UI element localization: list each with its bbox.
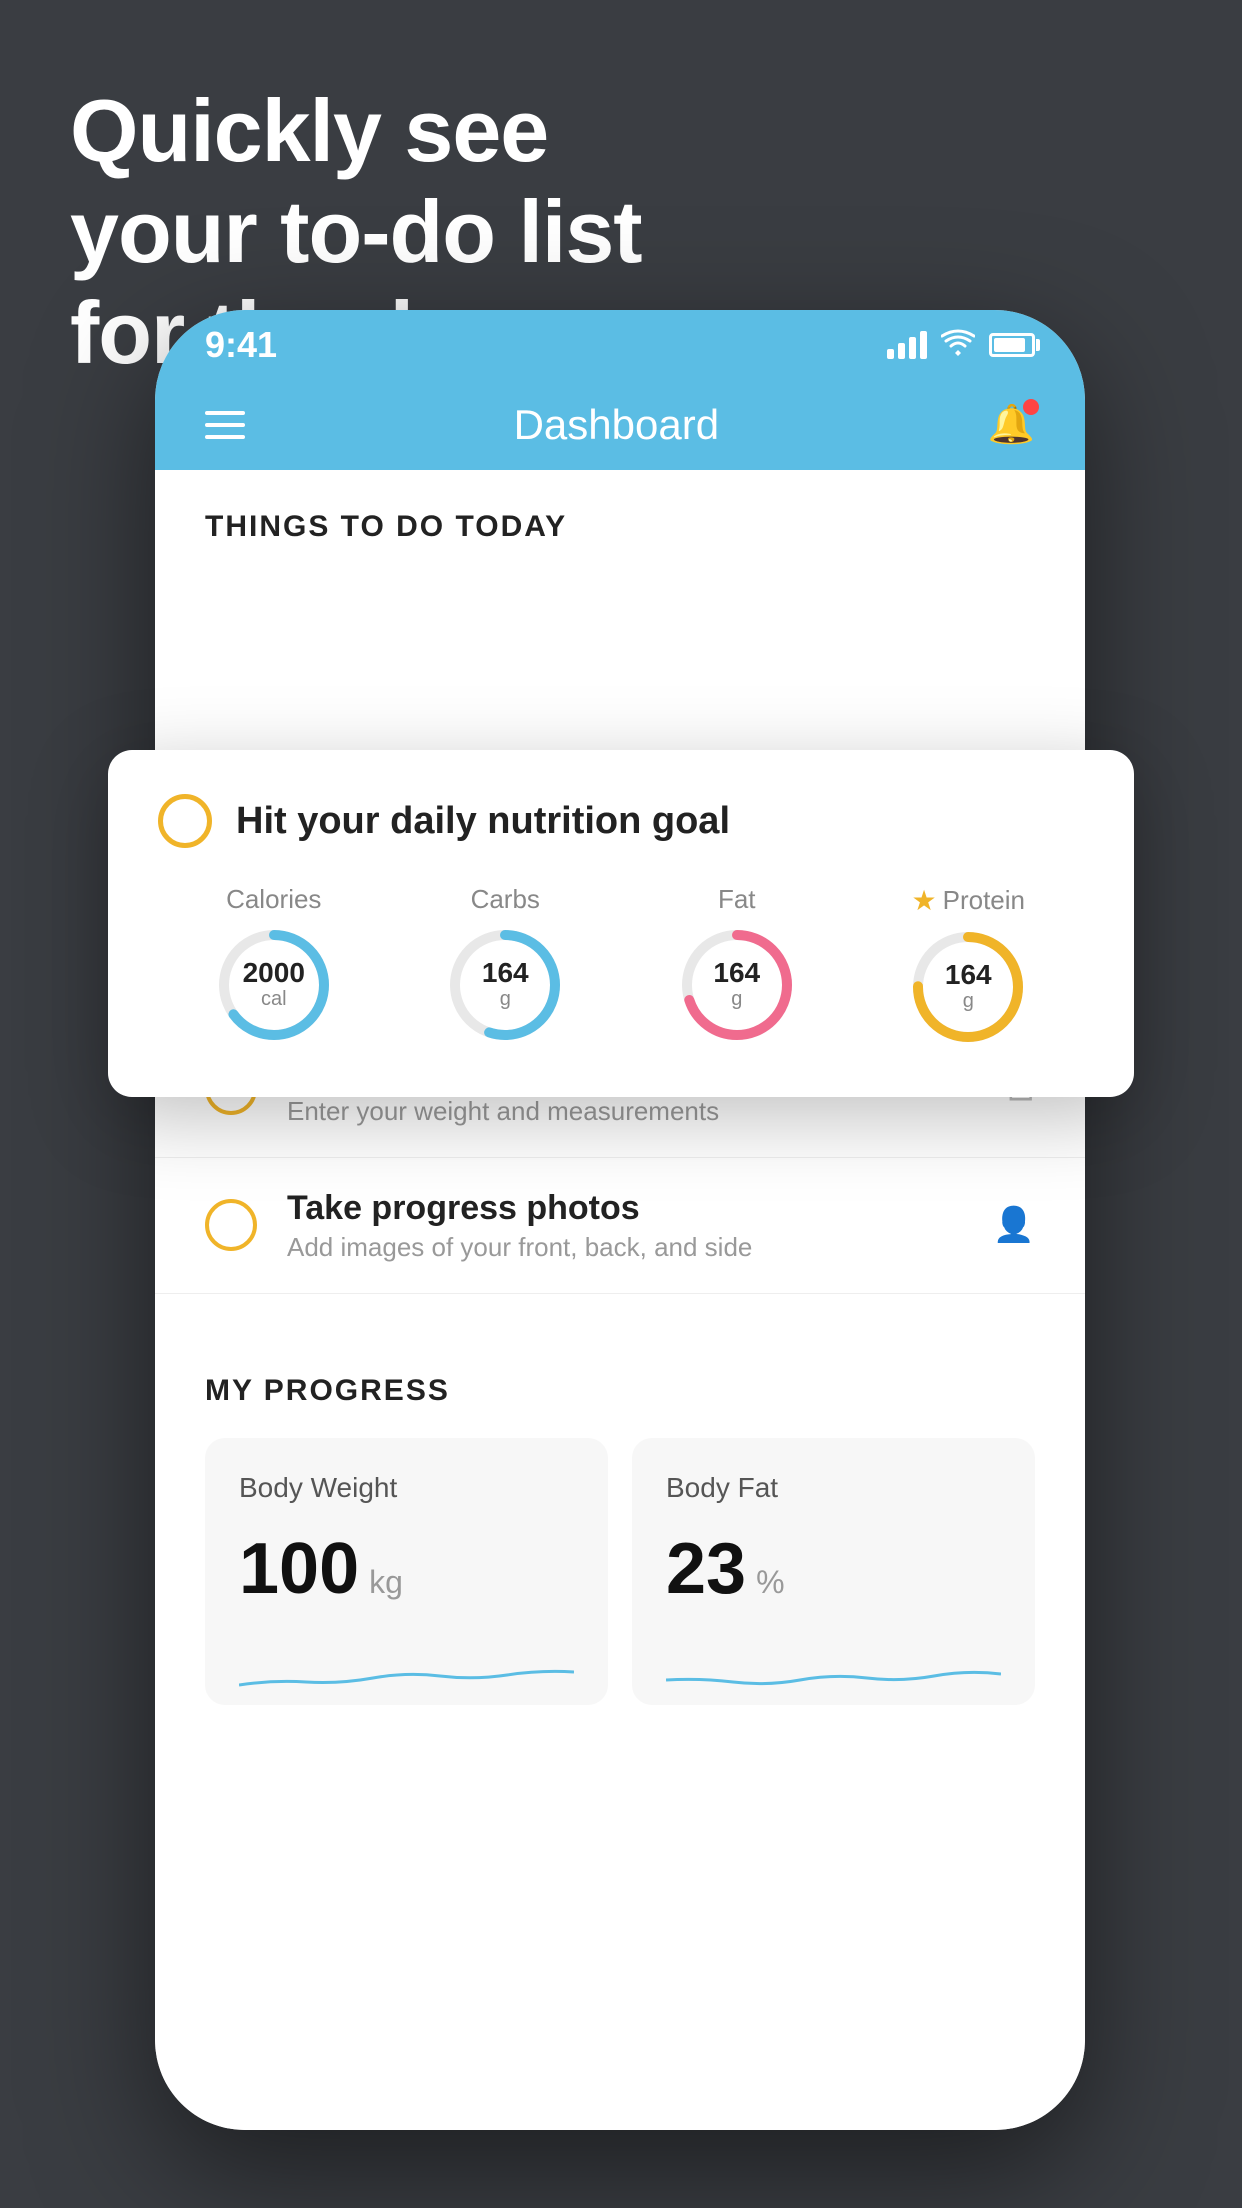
- phone-frame: 9:41 Dashb: [155, 310, 1085, 2130]
- progress-title: MY PROGRESS: [205, 1374, 1035, 1408]
- nutrition-row: Calories 2000 cal Carbs: [158, 884, 1084, 1047]
- calories-donut: 2000 cal: [214, 925, 334, 1045]
- photo-icon: 👤: [993, 1205, 1035, 1245]
- body-weight-label: Body Weight: [239, 1472, 574, 1504]
- carbs-label: Carbs: [471, 884, 540, 915]
- body-weight-unit: kg: [369, 1564, 403, 1601]
- todo-title-photos: Take progress photos: [287, 1188, 963, 1229]
- wifi-icon: [941, 328, 975, 363]
- body-weight-value-row: 100 kg: [239, 1528, 574, 1610]
- battery-icon: [989, 333, 1035, 357]
- todo-subtitle-body-stats: Enter your weight and measurements: [287, 1096, 977, 1127]
- status-time: 9:41: [205, 324, 277, 366]
- bell-icon[interactable]: 🔔: [988, 403, 1035, 447]
- card-title-row: Hit your daily nutrition goal: [158, 794, 1084, 848]
- notification-dot: [1023, 399, 1039, 415]
- body-fat-value-row: 23 %: [666, 1528, 1001, 1610]
- fat-unit: g: [713, 987, 760, 1011]
- body-weight-card[interactable]: Body Weight 100 kg: [205, 1438, 608, 1705]
- calories-unit: cal: [243, 987, 305, 1011]
- nutrition-item-carbs: Carbs 164 g: [445, 884, 565, 1045]
- status-bar: 9:41: [155, 310, 1085, 380]
- hamburger-button[interactable]: [205, 411, 245, 439]
- nutrition-item-fat: Fat 164 g: [677, 884, 797, 1045]
- protein-unit: g: [945, 989, 992, 1013]
- content-area: THINGS TO DO TODAY Running Track your st…: [155, 470, 1085, 2130]
- body-fat-value: 23: [666, 1528, 746, 1610]
- carbs-value: 164: [482, 959, 529, 987]
- nutrition-item-calories: Calories 2000 cal: [214, 884, 334, 1045]
- progress-section: MY PROGRESS Body Weight 100 kg Body Fat …: [155, 1324, 1085, 1705]
- calories-value: 2000: [243, 959, 305, 987]
- carbs-unit: g: [482, 987, 529, 1011]
- body-fat-label: Body Fat: [666, 1472, 1001, 1504]
- progress-cards: Body Weight 100 kg Body Fat 23 %: [205, 1438, 1035, 1705]
- star-icon: ★: [912, 884, 937, 917]
- todo-subtitle-photos: Add images of your front, back, and side: [287, 1232, 963, 1263]
- body-fat-card[interactable]: Body Fat 23 %: [632, 1438, 1035, 1705]
- body-weight-value: 100: [239, 1528, 359, 1610]
- todo-text-photos: Take progress photos Add images of your …: [287, 1188, 963, 1264]
- body-weight-sparkline: [239, 1640, 574, 1700]
- fat-donut: 164 g: [677, 925, 797, 1045]
- protein-label: ★ Protein: [912, 884, 1026, 917]
- calories-label: Calories: [226, 884, 321, 915]
- body-fat-unit: %: [756, 1564, 784, 1601]
- protein-donut: 164 g: [908, 927, 1028, 1047]
- nav-title: Dashboard: [514, 401, 719, 449]
- todo-circle-photos: [205, 1199, 257, 1251]
- protein-value: 164: [945, 961, 992, 989]
- nutrition-card: Hit your daily nutrition goal Calories 2…: [108, 750, 1134, 1097]
- nutrition-item-protein: ★ Protein 164 g: [908, 884, 1028, 1047]
- nav-bar: Dashboard 🔔: [155, 380, 1085, 470]
- fat-label: Fat: [718, 884, 756, 915]
- list-item[interactable]: Take progress photos Add images of your …: [155, 1158, 1085, 1295]
- signal-icon: [887, 331, 927, 359]
- fat-value: 164: [713, 959, 760, 987]
- body-fat-sparkline: [666, 1640, 1001, 1700]
- card-check-circle: [158, 794, 212, 848]
- status-icons: [887, 328, 1035, 363]
- carbs-donut: 164 g: [445, 925, 565, 1045]
- things-section-header: THINGS TO DO TODAY: [155, 470, 1085, 564]
- card-title: Hit your daily nutrition goal: [236, 800, 730, 843]
